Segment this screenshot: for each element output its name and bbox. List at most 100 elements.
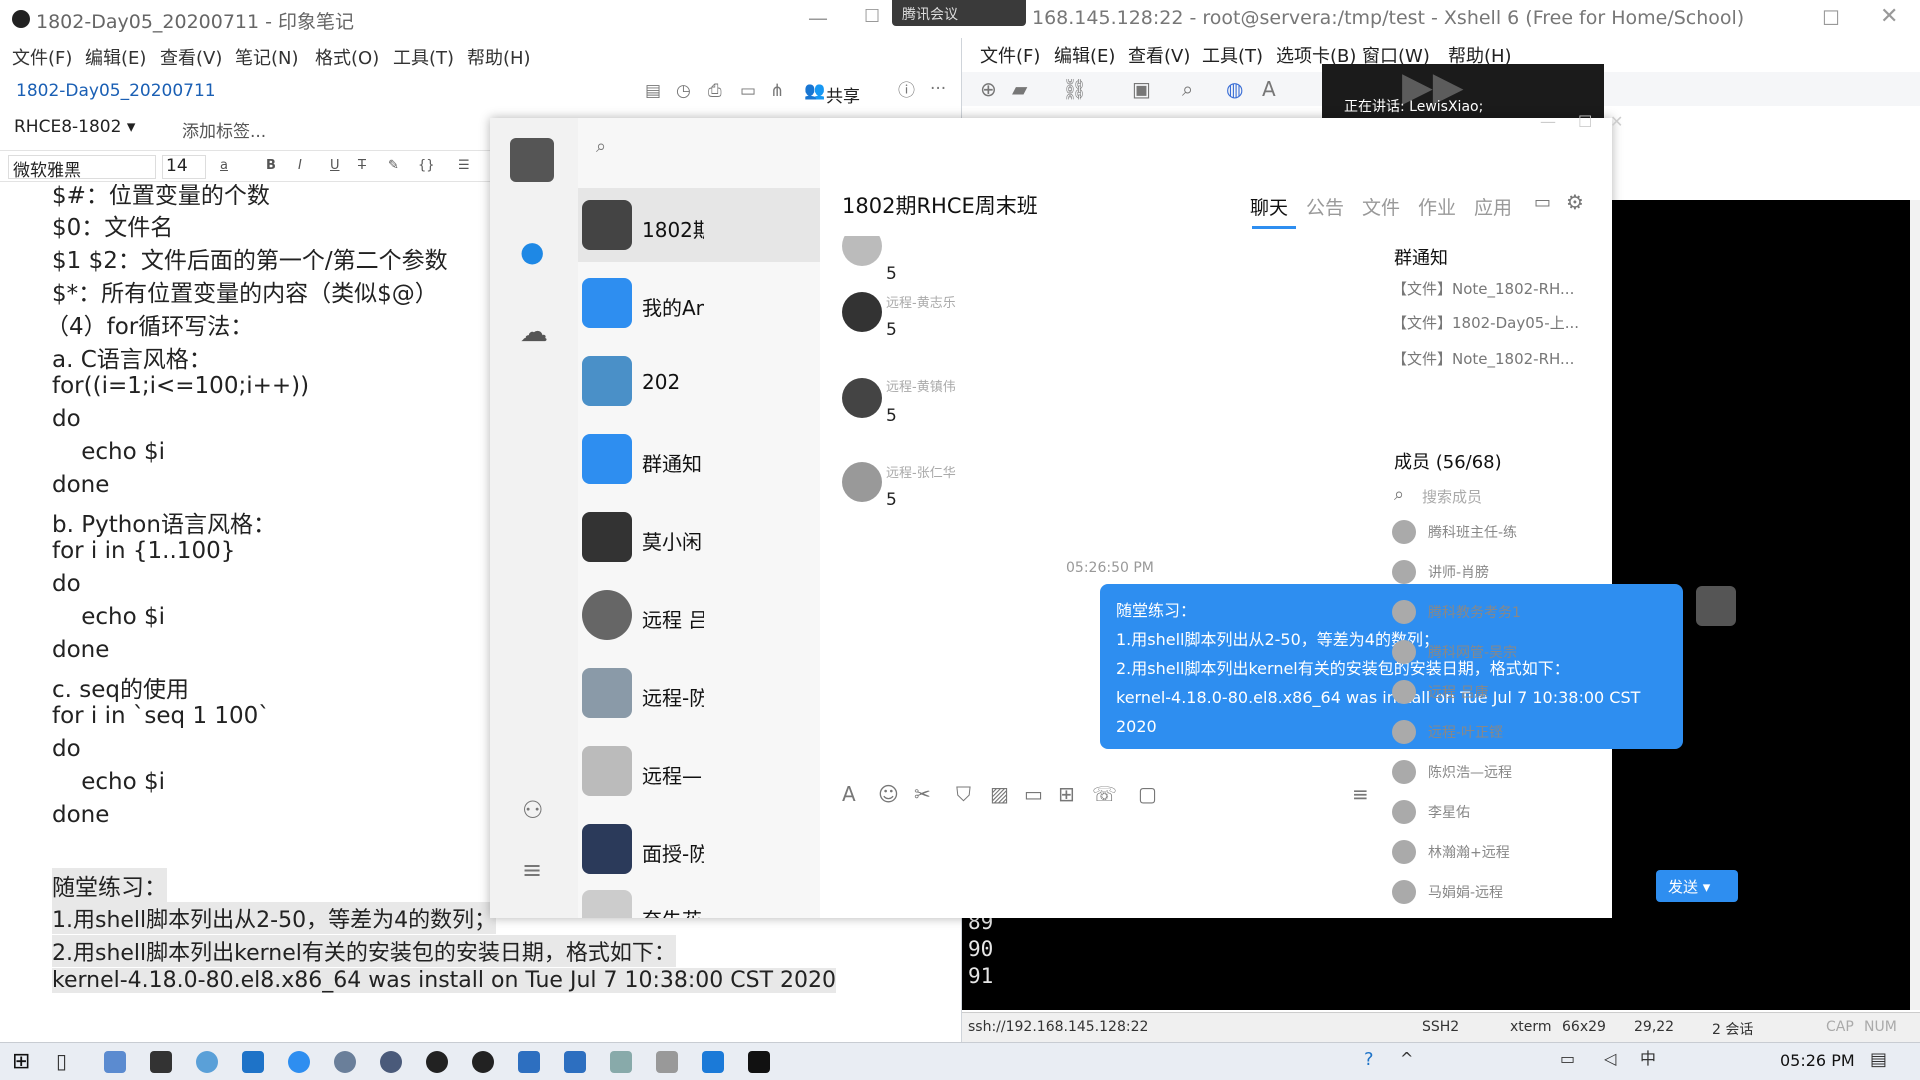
- help-icon[interactable]: ?: [1364, 1051, 1374, 1069]
- more-icon[interactable]: ···: [930, 81, 946, 98]
- text-color-icon[interactable]: a: [220, 158, 228, 173]
- xshell-menu-file[interactable]: 文件(F): [980, 42, 1040, 68]
- xshell-menu-edit[interactable]: 编辑(E): [1054, 42, 1115, 68]
- member-item[interactable]: 李星佑: [1392, 796, 1602, 828]
- member-search-input[interactable]: 搜索成员: [1422, 486, 1482, 507]
- app-icon[interactable]: [380, 1051, 402, 1073]
- conversation-item[interactable]: 1802期: [578, 188, 820, 262]
- file-item[interactable]: 【文件】Note_1802-RH...: [1392, 278, 1574, 299]
- app-icon[interactable]: [564, 1051, 586, 1073]
- phone-icon[interactable]: ☏: [1092, 784, 1117, 804]
- highlight-icon[interactable]: ✎: [388, 158, 399, 173]
- conversation-item[interactable]: 远程—: [578, 734, 820, 808]
- user-avatar[interactable]: [510, 138, 554, 182]
- volume-icon[interactable]: ◁: [1604, 1051, 1616, 1067]
- font-select[interactable]: 微软雅黑: [8, 155, 156, 181]
- member-item[interactable]: 远程-叶正铿: [1392, 716, 1602, 748]
- contacts-icon[interactable]: ⚇: [522, 798, 544, 822]
- conversation-item[interactable]: 面授-防: [578, 812, 820, 886]
- menu-tools[interactable]: 工具(T): [393, 44, 454, 70]
- windows-start-icon[interactable]: ⊞: [12, 1051, 30, 1073]
- notification-icon[interactable]: ▤: [1870, 1051, 1887, 1069]
- member-item[interactable]: 远程 吕康: [1392, 676, 1602, 708]
- red-packet-icon[interactable]: ⊞: [1058, 784, 1075, 804]
- properties-icon[interactable]: ▣: [1132, 79, 1151, 99]
- link-icon[interactable]: ⛓: [1062, 79, 1087, 99]
- open-folder-icon[interactable]: ▰: [1012, 79, 1027, 99]
- underline-icon[interactable]: U: [330, 158, 340, 173]
- menu-edit[interactable]: 编辑(E): [85, 44, 146, 70]
- member-item[interactable]: 腾科网管-吴宗: [1392, 636, 1602, 668]
- member-item[interactable]: 腾科教务考务1: [1392, 596, 1602, 628]
- menu-icon[interactable]: ≡: [522, 858, 542, 882]
- edge-icon[interactable]: [242, 1051, 264, 1073]
- app-icon[interactable]: [702, 1051, 724, 1073]
- shield-icon[interactable]: ⛉: [956, 784, 971, 804]
- font-size-select[interactable]: 14: [162, 155, 206, 179]
- xshell-menu-view[interactable]: 查看(V): [1128, 42, 1190, 68]
- network-icon[interactable]: ▭: [1560, 1051, 1575, 1067]
- app-icon[interactable]: [656, 1051, 678, 1073]
- conversation-item[interactable]: 莫小闲: [578, 500, 820, 574]
- app-icon[interactable]: [518, 1051, 540, 1073]
- close-icon[interactable]: ✕: [1610, 114, 1623, 130]
- share-icon[interactable]: ⋔: [770, 83, 784, 100]
- chat-icon[interactable]: ●: [520, 238, 544, 266]
- find-icon[interactable]: ⌕: [1182, 79, 1193, 99]
- terminal-scrollbar[interactable]: [1910, 200, 1920, 1010]
- member-item[interactable]: 讲师-肖膀: [1392, 556, 1602, 588]
- emoji-icon[interactable]: ☺: [878, 784, 899, 804]
- file-item[interactable]: 【文件】Note_1802-RH...: [1392, 348, 1574, 369]
- calendar-icon[interactable]: ▢: [1138, 784, 1157, 804]
- conversation-item[interactable]: 远程-防: [578, 656, 820, 730]
- xshell-close-icon[interactable]: ✕: [1880, 4, 1898, 29]
- meeting-badge[interactable]: 腾讯会议: [892, 0, 1026, 26]
- font-icon[interactable]: A: [842, 784, 856, 804]
- task-view-icon[interactable]: ▯: [56, 1051, 67, 1071]
- menu-help[interactable]: 帮助(H): [467, 44, 531, 70]
- menu-file[interactable]: 文件(F): [12, 44, 72, 70]
- app-icon[interactable]: [334, 1051, 356, 1073]
- evernote-icon[interactable]: [426, 1051, 448, 1073]
- font-icon[interactable]: A: [1262, 79, 1276, 99]
- tab-chat[interactable]: 聊天: [1250, 193, 1288, 220]
- cloud-icon[interactable]: ☁: [520, 318, 548, 346]
- bold-icon[interactable]: B: [266, 158, 276, 173]
- screenshot-scissors-icon[interactable]: ✂: [914, 784, 931, 804]
- image-icon[interactable]: ▨: [990, 784, 1009, 804]
- info-icon[interactable]: ⓘ: [898, 83, 915, 100]
- xshell-menu-tools[interactable]: 工具(T): [1202, 42, 1263, 68]
- menu-note[interactable]: 笔记(N): [235, 44, 299, 70]
- message-list[interactable]: 5 远程-黄志乐 5 远程-黄镇伟 5 远程-张仁华 5: [820, 236, 1380, 536]
- minimize-icon[interactable]: —: [1540, 114, 1556, 130]
- file-item[interactable]: 【文件】1802-Day05-上...: [1392, 312, 1579, 333]
- send-button[interactable]: 发送 ▾: [1656, 870, 1738, 902]
- code-icon[interactable]: {}: [418, 158, 435, 173]
- ime-icon[interactable]: 中: [1640, 1051, 1656, 1067]
- add-tag-input[interactable]: 添加标签...: [182, 117, 266, 142]
- strikethrough-icon[interactable]: T: [358, 158, 366, 173]
- conversation-item[interactable]: 我的An: [578, 266, 820, 340]
- member-item[interactable]: 陈炽浩—远程: [1392, 756, 1602, 788]
- new-session-icon[interactable]: ⊕: [980, 79, 997, 99]
- member-item[interactable]: 马娟娟-远程: [1392, 876, 1602, 908]
- app-icon[interactable]: [610, 1051, 632, 1073]
- info-card-icon[interactable]: ▤: [645, 83, 661, 100]
- list-icon[interactable]: ☰: [458, 158, 470, 173]
- italic-icon[interactable]: I: [298, 158, 302, 173]
- member-item[interactable]: 林瀚瀚+远程: [1392, 836, 1602, 868]
- notice-title[interactable]: 群通知: [1394, 244, 1448, 270]
- clock[interactable]: 05:26 PM: [1780, 1051, 1855, 1070]
- share-button[interactable]: 共享: [826, 82, 860, 107]
- xshell-icon[interactable]: [748, 1051, 770, 1073]
- print-icon[interactable]: ⎙: [708, 83, 722, 100]
- conversation-item[interactable]: 202: [578, 344, 820, 418]
- app-icon[interactable]: [196, 1051, 218, 1073]
- notebook-selector[interactable]: RHCE8-1802 ▾: [14, 117, 135, 137]
- reminder-icon[interactable]: ◷: [676, 83, 691, 100]
- conversation-item[interactable]: 群通知: [578, 422, 820, 496]
- conversation-item[interactable]: 远程 吕: [578, 578, 820, 652]
- search-icon[interactable]: ⌕: [596, 138, 606, 156]
- minimize-icon[interactable]: —: [808, 6, 828, 30]
- tab-announcement[interactable]: 公告: [1306, 193, 1344, 220]
